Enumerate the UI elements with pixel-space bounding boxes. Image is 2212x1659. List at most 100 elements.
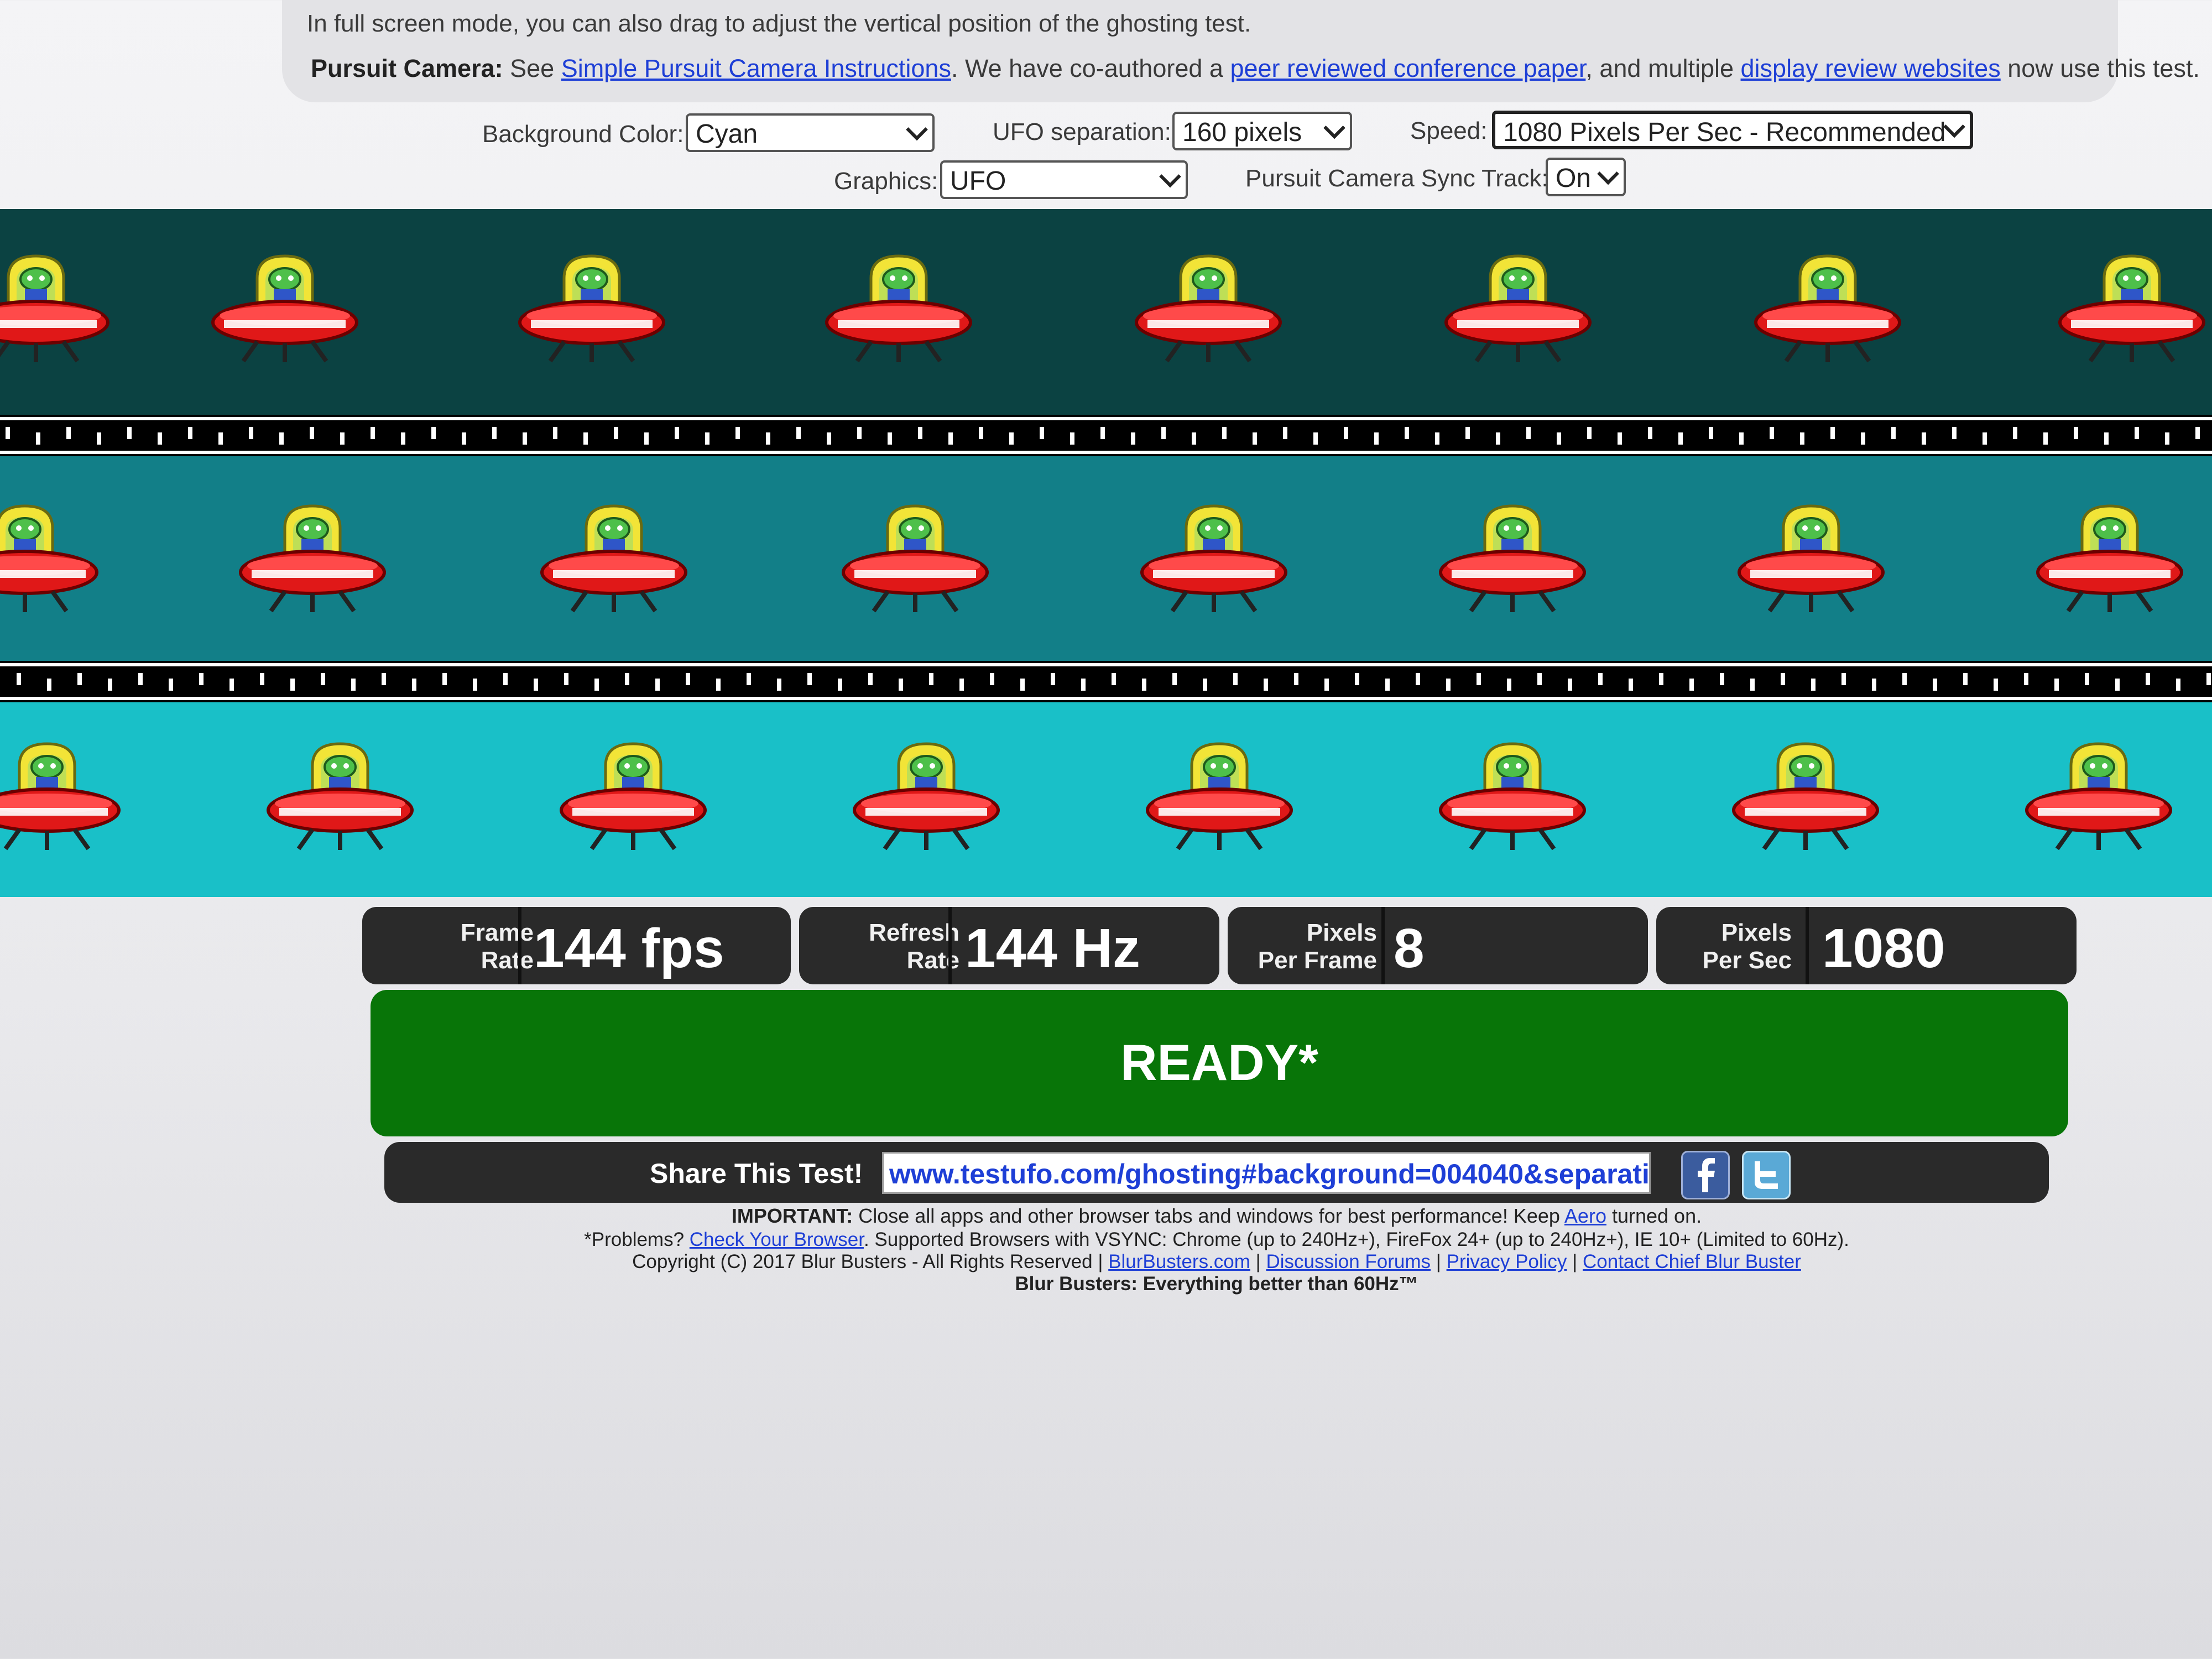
sync-tick (462, 432, 466, 445)
chevron-down-icon (906, 118, 928, 141)
problems-notice: *Problems? Check Your Browser. Supported… (584, 1229, 1849, 1250)
aero-link[interactable]: Aero (1564, 1204, 1606, 1227)
sync-tick (1416, 673, 1420, 685)
share-url-field[interactable]: www.testufo.com/ghosting#background=0040… (882, 1152, 1651, 1194)
conference-paper-link[interactable]: peer reviewed conference paper (1230, 54, 1585, 82)
ufo-lane-dark (0, 209, 2212, 415)
sync-tick (1770, 427, 1774, 439)
sync-tick (1040, 427, 1044, 439)
sync-tick (138, 673, 143, 685)
pixels-per-frame-value: 8 (1394, 917, 1425, 979)
blurbusters-link[interactable]: BlurBusters.com (1108, 1251, 1250, 1272)
ufo-sprite (539, 495, 688, 622)
fullscreen-hint: In full screen mode, you can also drag t… (307, 10, 1251, 37)
sync-tick (888, 432, 892, 445)
check-browser-link[interactable]: Check Your Browser (690, 1229, 864, 1250)
contact-link[interactable]: Contact Chief Blur Buster (1583, 1251, 1801, 1272)
graphics-select[interactable]: UFO (940, 160, 1188, 199)
sync-tick (534, 679, 538, 691)
ufo-sprite (1438, 495, 1587, 622)
sync-tick (1435, 432, 1439, 445)
sync-tick (2135, 427, 2139, 439)
ufo-sprite (238, 495, 387, 622)
sync-tick (747, 673, 751, 685)
sync-tick (1264, 679, 1268, 691)
sync-tick (127, 427, 132, 439)
sync-tick (310, 427, 314, 439)
ufo-separation-select[interactable]: 160 pixels (1172, 112, 1352, 150)
sync-tick (796, 427, 801, 439)
sync-tick (1720, 673, 1724, 685)
ufo-sprite (0, 495, 100, 622)
sync-tick (260, 673, 264, 685)
ufo-sprite (2024, 733, 2173, 860)
ufo-sprite (1134, 245, 1283, 372)
sync-tick (249, 427, 253, 439)
sync-tick (1009, 432, 1014, 445)
forums-link[interactable]: Discussion Forums (1266, 1251, 1431, 1272)
sync-tick (401, 432, 405, 445)
sync-tick (351, 679, 356, 691)
sync-tick (431, 427, 436, 439)
sync-tick (979, 427, 983, 439)
sync-tick (1131, 432, 1135, 445)
chevron-down-icon (1597, 163, 1619, 185)
sync-tick (442, 673, 447, 685)
sync-tick (47, 679, 51, 691)
sync-tick (229, 679, 234, 691)
sync-tick (2206, 673, 2211, 685)
background-color-select[interactable]: Cyan (686, 113, 935, 152)
sync-tick (1557, 432, 1561, 445)
sync-tick (1385, 679, 1390, 691)
sync-tick (1994, 679, 1998, 691)
sync-tick (473, 679, 477, 691)
sync-track-label: Pursuit Camera Sync Track: (1245, 165, 1548, 192)
sync-tick (2074, 427, 2078, 439)
sync-tick (321, 673, 325, 685)
sync-tick (899, 679, 903, 691)
privacy-link[interactable]: Privacy Policy (1447, 1251, 1567, 1272)
sync-tick (492, 427, 497, 439)
ufo-sprite (841, 495, 990, 622)
sync-tick (614, 427, 618, 439)
sync-tick (1678, 432, 1683, 445)
twitter-icon[interactable] (1742, 1151, 1791, 1199)
sync-tick (1355, 673, 1359, 685)
sync-track-select[interactable]: On (1546, 158, 1626, 196)
sync-tick (1830, 427, 1835, 439)
ufo-sprite (1145, 733, 1294, 860)
sync-tick (1081, 679, 1086, 691)
sync-tick (1800, 432, 1804, 445)
sync-tick (169, 679, 173, 691)
chevron-down-icon (1159, 165, 1181, 188)
sync-tick (1496, 432, 1500, 445)
ufo-sprite (1438, 733, 1587, 860)
chevron-down-icon (1943, 116, 1965, 138)
sync-tick (108, 679, 112, 691)
sync-tick (1465, 427, 1470, 439)
sync-tick (382, 673, 386, 685)
background-color-label: Background Color: (482, 121, 684, 148)
speed-select[interactable]: 1080 Pixels Per Sec - Recommended (1492, 111, 1973, 149)
sync-tick (66, 427, 71, 439)
share-bar: Share This Test! www.testufo.com/ghostin… (384, 1142, 2049, 1203)
sync-tick (1811, 679, 1815, 691)
pursuit-camera-heading: Pursuit Camera: (311, 54, 503, 82)
sync-tick (1526, 427, 1531, 439)
sync-tick (1861, 432, 1865, 445)
sync-rail (0, 417, 2212, 420)
sync-tick (279, 432, 284, 445)
review-websites-link[interactable]: display review websites (1741, 54, 2001, 82)
status-banner: READY* (371, 990, 2068, 1136)
sync-tick (1750, 679, 1755, 691)
sync-tick (583, 432, 588, 445)
sync-tick (594, 679, 599, 691)
frame-rate-value: 144 fps (534, 917, 724, 979)
facebook-icon[interactable] (1681, 1151, 1730, 1199)
sync-tick (1587, 427, 1592, 439)
sync-tick (1709, 427, 1713, 439)
sync-rail (0, 663, 2212, 666)
pursuit-instructions-link[interactable]: Simple Pursuit Camera Instructions (561, 54, 951, 82)
sync-tick (2085, 673, 2089, 685)
sync-tick (990, 673, 994, 685)
